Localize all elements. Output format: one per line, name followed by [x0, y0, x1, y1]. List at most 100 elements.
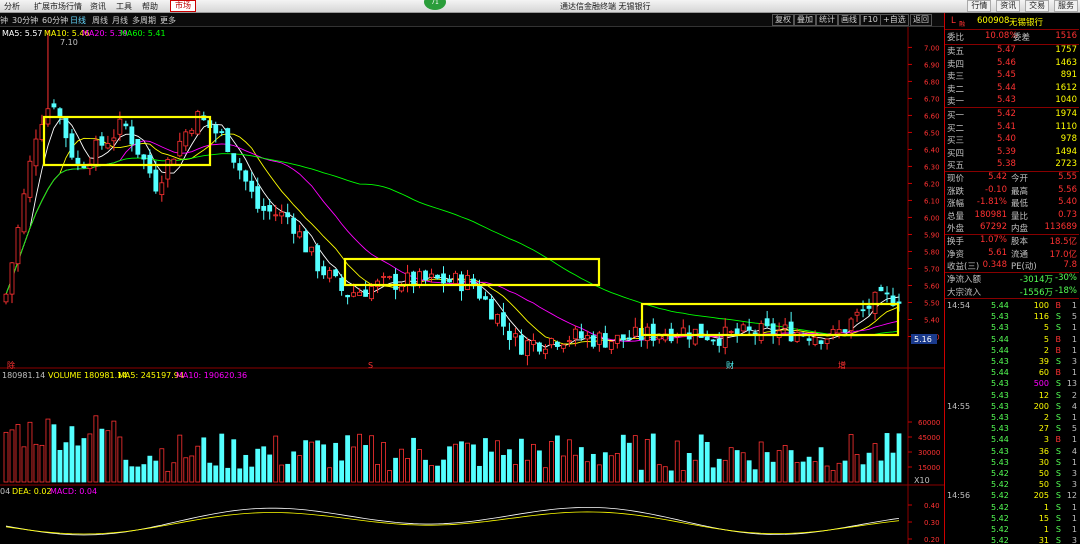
tick-count: 1 [1071, 301, 1077, 310]
statistics-button[interactable]: 统计 [816, 14, 838, 26]
book-volume: 2723 [1055, 159, 1077, 170]
volume-bar [566, 439, 572, 483]
tick-volume: 27 [1038, 424, 1049, 434]
book-price: 5.38 [997, 159, 1016, 170]
volume-bar [824, 465, 830, 483]
candle-body [267, 205, 273, 212]
period-weekly[interactable]: 周线 [92, 15, 108, 26]
menu-info[interactable]: 资讯 [996, 0, 1021, 12]
candle-body [489, 298, 494, 320]
candle-body [117, 118, 123, 135]
stats2-row: 净资 5.61 流通 17.0亿 [945, 248, 1079, 260]
tick-volume: 50 [1038, 480, 1049, 490]
app-logo: 71 [424, 0, 446, 10]
book-price: 5.39 [997, 146, 1016, 157]
menu-extended-market[interactable]: 扩展市场行情 [34, 1, 82, 12]
volume-bar [69, 426, 75, 483]
add-favorite-button[interactable]: +自选 [880, 14, 909, 26]
volume-bar [321, 444, 327, 483]
volume-bar [794, 462, 800, 483]
menu-trade[interactable]: 交易 [1025, 0, 1050, 12]
menu-market[interactable]: 市场 [170, 0, 196, 12]
kline-chart[interactable]: 7.00 6.90 6.80 6.70 6.60 6.50 6.40 6.30 6.20 6.10… [0, 27, 944, 544]
candle-body [578, 331, 584, 339]
tick-time: 14:54 [947, 301, 971, 310]
stat-value: 0.73 [1058, 209, 1077, 220]
back-button[interactable]: 返回 [910, 14, 932, 26]
candle-body [722, 326, 728, 348]
highlight-boxes [42, 115, 900, 337]
f10-button[interactable]: F10 [860, 14, 881, 26]
macd-value-label: MACD: 0.04 [50, 487, 97, 496]
volume-bar [327, 467, 333, 483]
tick-count: 12 [1066, 491, 1077, 501]
stat-label: 净资 [947, 249, 965, 260]
price-tick-label: 6.10 [924, 197, 940, 205]
tick-volume: 31 [1038, 536, 1049, 544]
asks-row: 卖二 5.44 1612 [945, 83, 1079, 95]
order-diff-value: 1516 [1055, 31, 1077, 41]
candle-body [537, 342, 542, 352]
menu-tools[interactable]: 工具 [116, 1, 132, 12]
period-minute[interactable]: 钟 [0, 15, 8, 26]
period-60min[interactable]: 60分钟 [42, 15, 68, 26]
menu-help[interactable]: 帮助 [142, 1, 158, 12]
tick-count: 5 [1071, 424, 1077, 434]
menu-quotes[interactable]: 行情 [967, 0, 992, 12]
adjust-button[interactable]: 复权 [772, 14, 794, 26]
tick-price: 5.42 [991, 536, 1009, 544]
candle-body [806, 338, 812, 341]
price-tick-label: 6.70 [924, 95, 940, 103]
candle-body [513, 333, 518, 338]
overlay-button[interactable]: 叠加 [794, 14, 816, 26]
candle-body [63, 117, 69, 139]
stock-margin-tag: 融 [959, 21, 966, 28]
price-tick-label: 5.60 [924, 282, 940, 290]
menu-analysis[interactable]: 分析 [4, 1, 20, 12]
tick-side: S [1055, 424, 1061, 434]
period-daily[interactable]: 日线 [70, 15, 86, 26]
asks-row: 卖三 5.45 891 [945, 70, 1079, 82]
volume-bar [668, 470, 674, 483]
volume-bar [728, 447, 734, 483]
period-multi[interactable]: 多周期 [132, 15, 156, 26]
order-diff-label: 委差 [1013, 33, 1031, 43]
book-volume: 1974 [1055, 109, 1077, 119]
tick-count: 4 [1071, 446, 1077, 456]
tick-volume: 200 [1033, 401, 1049, 411]
stat-value: -0.10 [985, 184, 1007, 195]
tick-time: 14:56 [947, 491, 971, 501]
price-tick-label: 6.80 [924, 78, 940, 86]
asks-row: 卖一 5.43 1040 [945, 95, 1079, 107]
volume-bar [195, 445, 201, 483]
period-monthly[interactable]: 月线 [112, 15, 128, 26]
candle-body [710, 339, 716, 342]
volume-label: VOLUME 180981.14 [48, 371, 127, 380]
tick-side: S [1055, 536, 1061, 544]
candle-body [51, 103, 57, 108]
volume-bar [99, 428, 105, 483]
menu-news[interactable]: 资讯 [90, 1, 106, 12]
tick-row: 5.43 500 S 13 [945, 379, 1079, 390]
volume-bar [884, 433, 890, 483]
tick-row: 5.44 2 B 1 [945, 346, 1079, 357]
candle-body [249, 180, 255, 192]
book-level-label: 卖一 [947, 97, 965, 108]
candle-body [692, 328, 698, 345]
stat-value: 1.07% [979, 235, 1007, 245]
menu-service[interactable]: 服务 [1054, 0, 1078, 12]
volume-bar [710, 467, 716, 483]
tick-price: 5.44 [991, 368, 1009, 378]
volume-bar [135, 466, 141, 483]
volume-bar [471, 444, 476, 483]
volume-bar [680, 470, 686, 483]
volume-bar [435, 465, 440, 483]
bids-row: 买五 5.38 2723 [945, 159, 1079, 171]
marker-finance: 财 [726, 360, 734, 370]
stat-value: 18.5亿 [1049, 237, 1077, 247]
volume-bar [896, 433, 902, 483]
draw-button[interactable]: 画线 [838, 14, 860, 26]
volume-ma10-label: MA10: 190620.36 [176, 371, 247, 380]
period-more[interactable]: 更多 [160, 15, 176, 26]
period-30min[interactable]: 30分钟 [12, 15, 38, 26]
